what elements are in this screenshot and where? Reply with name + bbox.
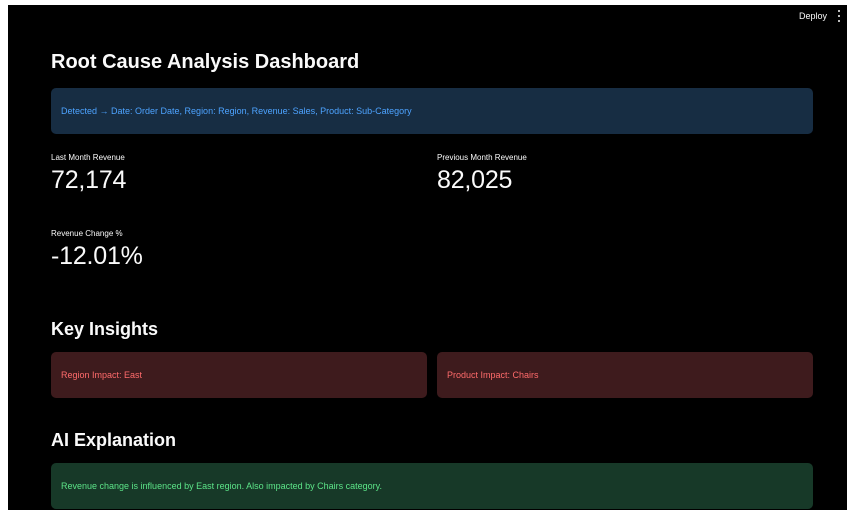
ai-explanation-alert: Revenue change is influenced by East reg…: [51, 463, 813, 509]
app-window: Deploy Root Cause Analysis Dashboard Det…: [8, 5, 847, 510]
metric-value: 72,174: [51, 166, 127, 194]
deploy-button[interactable]: Deploy: [799, 11, 827, 21]
metric-value: 82,025: [437, 166, 513, 194]
more-vertical-icon[interactable]: [835, 10, 843, 22]
metric-previous-month-revenue: Previous Month Revenue 82,025: [437, 153, 797, 195]
metric-value: -12.01%: [51, 242, 143, 270]
ai-explanation-heading: AI Explanation: [51, 430, 177, 450]
product-impact-text: Product Impact: Chairs: [447, 370, 539, 380]
key-insights-heading: Key Insights: [51, 319, 159, 339]
detected-columns-info: Detected → Date: Order Date, Region: Reg…: [51, 88, 813, 134]
page-title: Root Cause Analysis Dashboard: [51, 51, 360, 73]
metric-label: Revenue Change %: [51, 229, 123, 238]
product-impact-alert: Product Impact: Chairs: [437, 352, 813, 398]
top-toolbar: Deploy: [799, 5, 847, 27]
metric-label: Previous Month Revenue: [437, 153, 527, 162]
metric-last-month-revenue: Last Month Revenue 72,174: [51, 153, 411, 195]
metric-revenue-change: Revenue Change % -12.01%: [51, 229, 411, 271]
metric-label: Last Month Revenue: [51, 153, 125, 162]
region-impact-alert: Region Impact: East: [51, 352, 427, 398]
detected-columns-text: Detected → Date: Order Date, Region: Reg…: [61, 106, 412, 116]
ai-explanation-text: Revenue change is influenced by East reg…: [61, 481, 383, 491]
region-impact-text: Region Impact: East: [61, 370, 143, 380]
